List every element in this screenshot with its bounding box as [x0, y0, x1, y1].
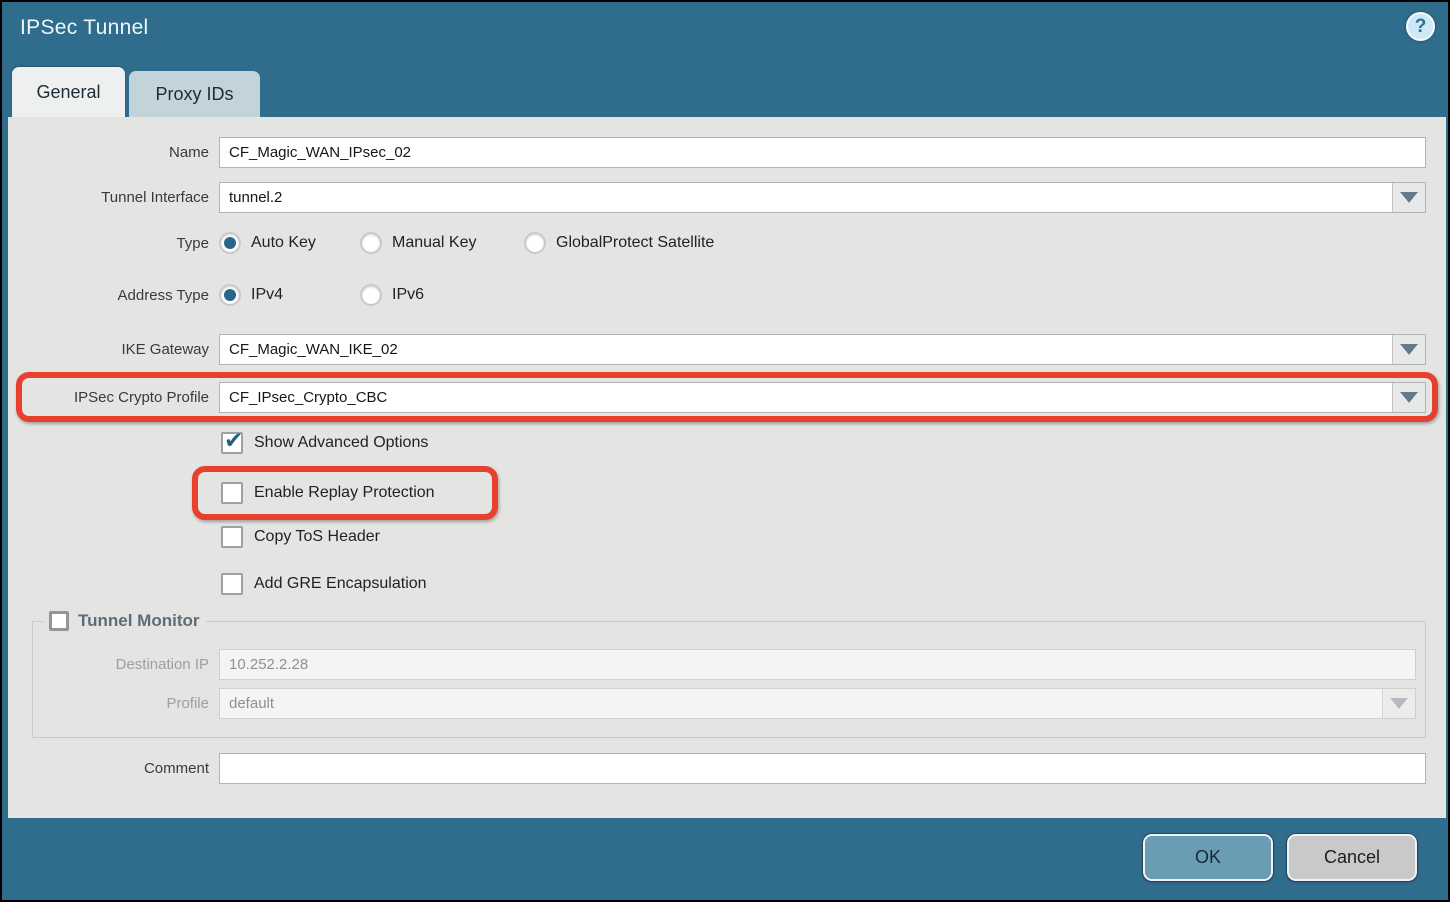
type-row: Type Auto Key Manual Key GlobalProtect S… [8, 230, 1426, 256]
ipsec-tunnel-dialog: IPSec Tunnel ? General Proxy IDs Name Tu… [0, 0, 1450, 902]
copy-tos-header-label: Copy ToS Header [254, 528, 380, 546]
ipv4-label: IPv4 [251, 286, 283, 304]
tunnel-interface-dropdown-button[interactable] [1392, 183, 1425, 212]
chevron-down-icon [1400, 392, 1418, 403]
address-type-label: Address Type [8, 287, 219, 304]
show-advanced-options-row: ✔ Show Advanced Options [8, 430, 1446, 456]
auto-key-label: Auto Key [251, 234, 316, 252]
copy-tos-header-checkbox[interactable] [221, 526, 243, 548]
ipsec-crypto-profile-highlight-annotation: IPSec Crypto Profile CF_IPsec_Crypto_CBC [16, 372, 1438, 422]
name-label: Name [8, 144, 219, 161]
copy-tos-header-row: Copy ToS Header [8, 524, 1446, 550]
type-option-auto-key: Auto Key [219, 232, 360, 254]
tunnel-monitor-checkbox[interactable] [49, 611, 69, 631]
ok-button[interactable]: OK [1143, 834, 1273, 881]
ipsec-crypto-profile-dropdown-button[interactable] [1392, 383, 1425, 412]
enable-replay-protection-highlight-annotation: Enable Replay Protection [192, 466, 498, 520]
globalprotect-satellite-label: GlobalProtect Satellite [556, 234, 714, 252]
radio-dot [365, 289, 377, 301]
comment-input[interactable] [219, 753, 1426, 784]
show-advanced-options-checkbox[interactable]: ✔ [221, 432, 243, 454]
name-row: Name [8, 136, 1426, 168]
dialog-title: IPSec Tunnel [20, 16, 149, 40]
radio-ipv6[interactable] [360, 284, 382, 306]
radio-dot [365, 237, 377, 249]
type-option-manual-key: Manual Key [360, 232, 524, 254]
ike-gateway-row: IKE Gateway CF_Magic_WAN_IKE_02 [8, 333, 1426, 365]
help-icon-glyph: ? [1415, 16, 1427, 38]
radio-manual-key[interactable] [360, 232, 382, 254]
help-icon[interactable]: ? [1406, 12, 1435, 41]
radio-dot [224, 237, 236, 249]
address-type-option-ipv6: IPv6 [360, 284, 501, 306]
profile-dropdown: default [219, 688, 1416, 719]
ike-gateway-value: CF_Magic_WAN_IKE_02 [220, 341, 1392, 358]
tab-general[interactable]: General [12, 67, 125, 117]
checkmark-icon: ✔ [224, 427, 243, 454]
destination-ip-label: Destination IP [33, 656, 219, 673]
profile-label: Profile [33, 695, 219, 712]
radio-ipv4[interactable] [219, 284, 241, 306]
ipsec-crypto-profile-value: CF_IPsec_Crypto_CBC [220, 389, 1392, 406]
cancel-button[interactable]: Cancel [1287, 834, 1417, 881]
chevron-down-icon [1390, 698, 1408, 709]
destination-ip-value: 10.252.2.28 [220, 656, 1415, 673]
profile-dropdown-button [1382, 689, 1415, 718]
profile-value: default [220, 695, 1382, 712]
ipv6-label: IPv6 [392, 286, 424, 304]
chevron-down-icon [1400, 192, 1418, 203]
tunnel-interface-row: Tunnel Interface tunnel.2 [8, 181, 1426, 213]
enable-replay-protection-row: Enable Replay Protection [198, 480, 492, 506]
address-type-option-ipv4: IPv4 [219, 284, 360, 306]
destination-ip-field: 10.252.2.28 [219, 649, 1416, 680]
add-gre-encapsulation-label: Add GRE Encapsulation [254, 575, 427, 593]
tunnel-monitor-group: Tunnel Monitor Destination IP 10.252.2.2… [32, 611, 1426, 738]
radio-dot [529, 237, 541, 249]
tunnel-monitor-label: Tunnel Monitor [78, 611, 200, 631]
tab-proxy-ids[interactable]: Proxy IDs [129, 71, 260, 117]
radio-dot [224, 289, 236, 301]
general-tab-panel: Name Tunnel Interface tunnel.2 Type Auto… [8, 117, 1446, 818]
tunnel-interface-value: tunnel.2 [220, 189, 1392, 206]
radio-globalprotect-satellite[interactable] [524, 232, 546, 254]
tunnel-monitor-legend: Tunnel Monitor [43, 611, 206, 631]
enable-replay-protection-label: Enable Replay Protection [254, 484, 435, 502]
ike-gateway-label: IKE Gateway [8, 341, 219, 358]
chevron-down-icon [1400, 344, 1418, 355]
tunnel-interface-label: Tunnel Interface [8, 189, 219, 206]
enable-replay-protection-checkbox[interactable] [221, 482, 243, 504]
ipsec-crypto-profile-dropdown[interactable]: CF_IPsec_Crypto_CBC [219, 382, 1426, 413]
ipsec-crypto-profile-label: IPSec Crypto Profile [22, 389, 219, 406]
show-advanced-options-label: Show Advanced Options [254, 434, 428, 452]
type-option-globalprotect-satellite: GlobalProtect Satellite [524, 232, 714, 254]
add-gre-encapsulation-checkbox[interactable] [221, 573, 243, 595]
address-type-row: Address Type IPv4 IPv6 [8, 282, 1426, 308]
ike-gateway-dropdown[interactable]: CF_Magic_WAN_IKE_02 [219, 334, 1426, 365]
add-gre-encapsulation-row: Add GRE Encapsulation [8, 571, 1446, 597]
comment-label: Comment [8, 760, 219, 777]
tunnel-interface-dropdown[interactable]: tunnel.2 [219, 182, 1426, 213]
destination-ip-row: Destination IP 10.252.2.28 [33, 648, 1416, 680]
profile-row: Profile default [33, 687, 1416, 719]
name-input[interactable] [219, 137, 1426, 168]
radio-auto-key[interactable] [219, 232, 241, 254]
type-label: Type [8, 235, 219, 252]
comment-row: Comment [8, 752, 1426, 784]
tab-bar: General Proxy IDs [12, 67, 260, 117]
manual-key-label: Manual Key [392, 234, 477, 252]
ike-gateway-dropdown-button[interactable] [1392, 335, 1425, 364]
ipsec-crypto-profile-row: IPSec Crypto Profile CF_IPsec_Crypto_CBC [22, 381, 1426, 413]
